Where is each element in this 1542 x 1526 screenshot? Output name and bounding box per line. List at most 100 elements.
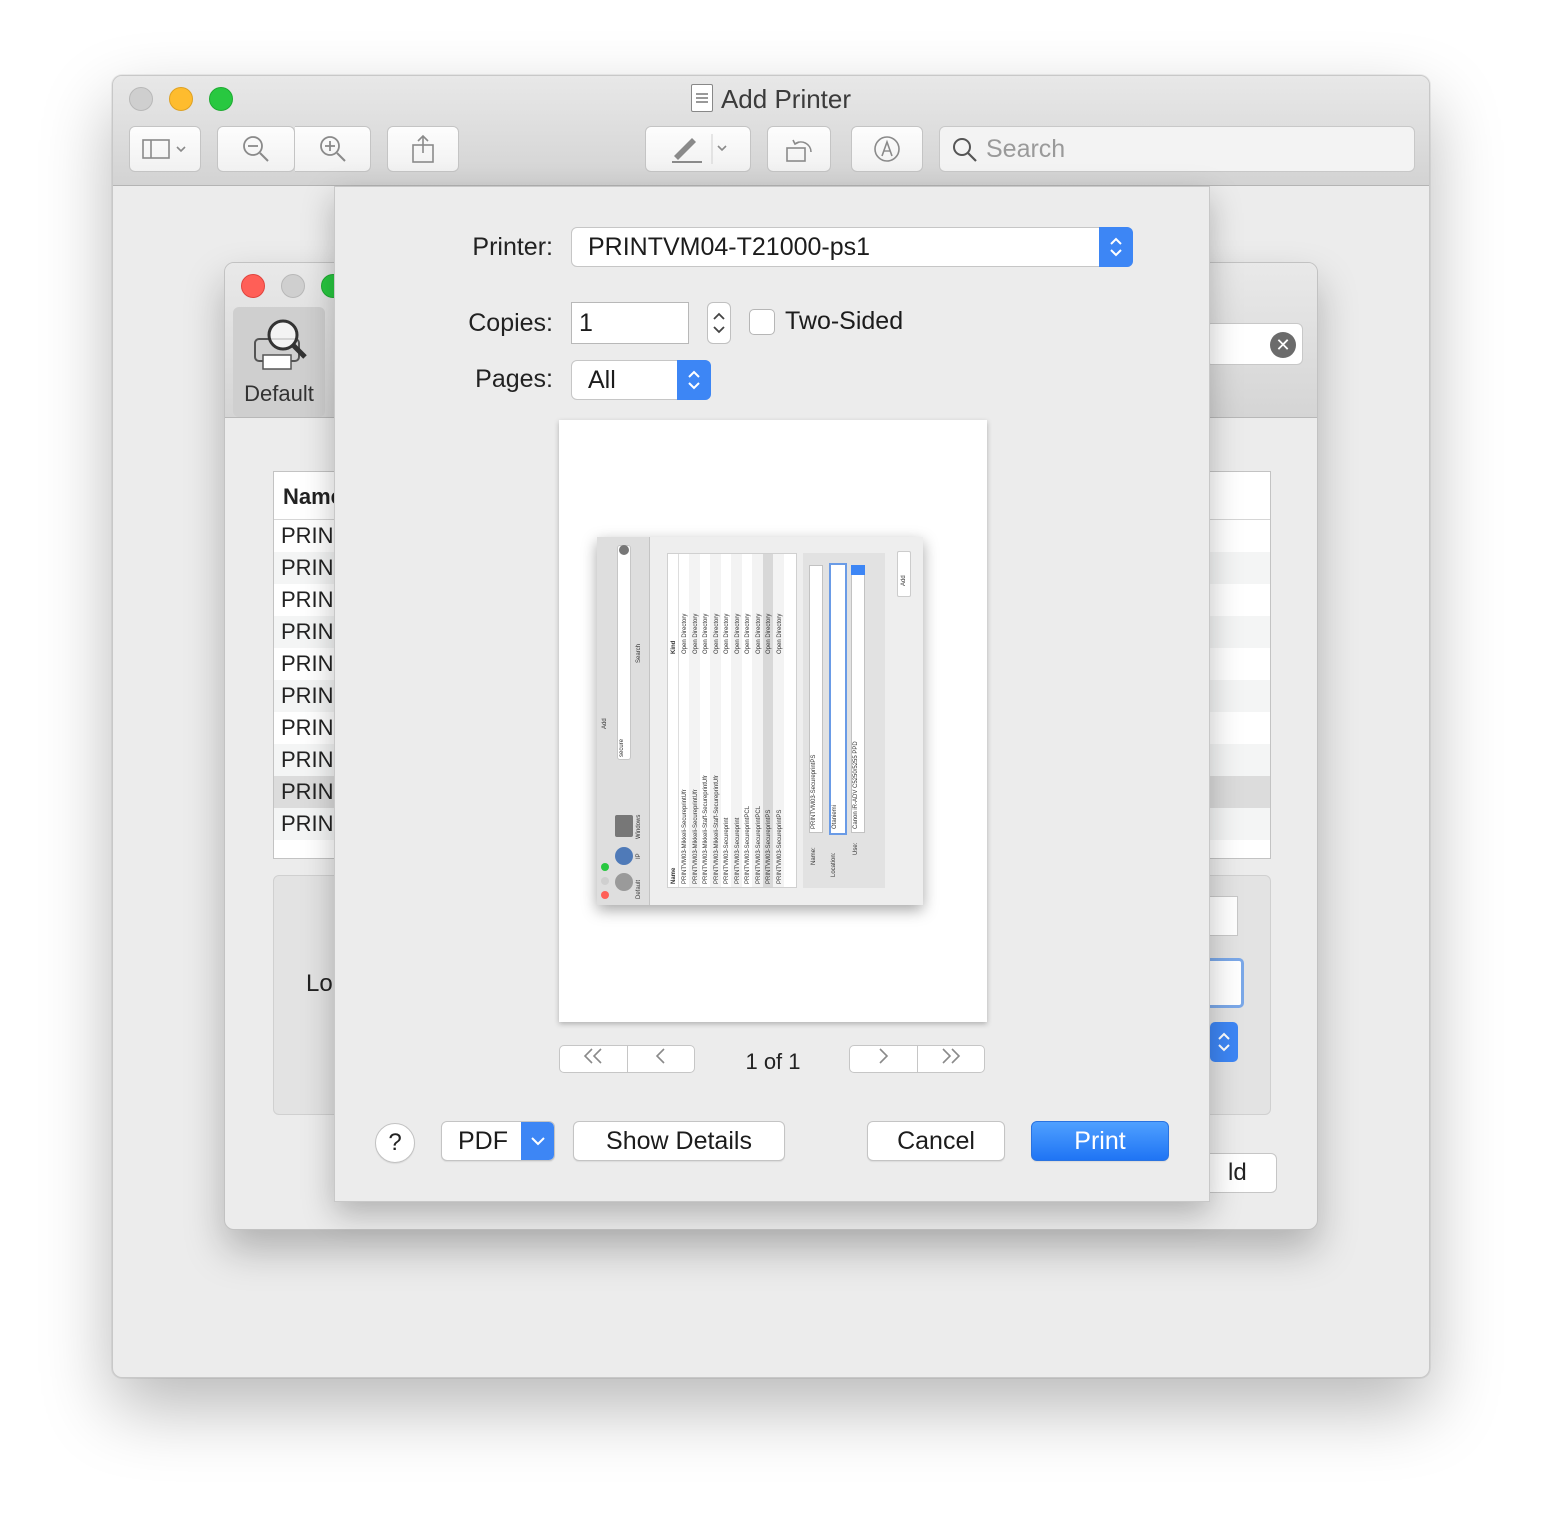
- thumbnail-ip-icon: [615, 847, 633, 865]
- thumbnail-use-label: Use:: [853, 842, 859, 855]
- add-printer-minimize-button[interactable]: [281, 274, 305, 298]
- last-page-button[interactable]: [918, 1046, 985, 1072]
- clear-search-icon[interactable]: ✕: [1270, 332, 1296, 358]
- pdf-label: PDF: [458, 1127, 508, 1155]
- chevron-updown-icon: [1099, 227, 1133, 267]
- rotate-icon: [786, 139, 812, 162]
- thumbnail-row-name: PRINTVM03-Mikkeli-Staff-SecureprintUfr: [713, 775, 720, 884]
- thumbnail-use-value: Canon iR-ADV C5250/5255 PPD: [853, 741, 859, 829]
- two-sided-checkbox[interactable]: [749, 309, 775, 335]
- thumbnail-row-name: PRINTVM03-Mikkeli-Staff-SecureprintUfr: [703, 775, 709, 884]
- zoom-out-button[interactable]: [217, 126, 295, 172]
- page-indicator: 1 of 1: [745, 1049, 801, 1074]
- share-button[interactable]: [387, 126, 459, 172]
- add-printer-close-button[interactable]: [241, 274, 265, 298]
- two-sided-label[interactable]: Two-Sided: [785, 307, 903, 336]
- printer-search-field[interactable]: ✕: [1205, 323, 1303, 365]
- thumbnail-name-label: Name:: [811, 847, 817, 865]
- thumbnail-row-kind: Open Directory: [703, 613, 709, 654]
- printer-search-icon: [254, 319, 307, 370]
- chevron-right-icon: [879, 1048, 889, 1064]
- use-popup-arrows[interactable]: [1210, 1022, 1238, 1062]
- printer-popup[interactable]: PRINTVM04-T21000-ps1: [571, 227, 1133, 267]
- pages-value: All: [588, 366, 616, 394]
- thumbnail-row-kind: Open Directory: [755, 613, 762, 654]
- thumbnail-windows-icon: [615, 815, 633, 837]
- thumbnail-sidebar: Default IP Windows secure Search Add: [597, 537, 650, 905]
- document-icon: [690, 84, 713, 112]
- thumbnail-row-kind: Open Directory: [724, 613, 730, 654]
- chevron-left-icon: [655, 1048, 665, 1064]
- thumbnail-use-arrows: [851, 565, 865, 575]
- copies-input[interactable]: 1: [571, 302, 689, 344]
- thumbnail-row-kind: Open Directory: [776, 613, 783, 654]
- thumbnail-row-kind: Open Directory: [766, 613, 772, 654]
- preview-thumbnail: Default IP Windows secure Search Add Nam…: [597, 537, 923, 905]
- thumbnail-tab-default: Default: [636, 879, 642, 899]
- location-label: Lo: [306, 970, 333, 997]
- thumbnail-row-name: PRINTVM03-Mikkeli-SecureprintUfr: [692, 789, 699, 884]
- first-page-button[interactable]: [560, 1046, 627, 1072]
- zoom-in-button[interactable]: [295, 126, 371, 172]
- highlight-button[interactable]: [645, 126, 751, 172]
- thumbnail-add-tab-label: Add: [602, 718, 608, 729]
- thumbnail-location-label: Location:: [831, 852, 837, 877]
- next-page-button[interactable]: [850, 1046, 917, 1072]
- double-chevron-right-icon: [942, 1048, 960, 1064]
- markup-button[interactable]: [851, 126, 923, 172]
- cancel-button[interactable]: Cancel: [867, 1121, 1005, 1161]
- previous-page-button[interactable]: [628, 1046, 695, 1072]
- chevron-down-icon: [521, 1122, 554, 1160]
- thumbnail-printer-list: Name Kind PRINTVM03-Mikkeli-SecureprintU…: [667, 553, 797, 888]
- thumbnail-row-kind: Open Directory: [734, 613, 741, 654]
- thumbnail-tab-ip: IP: [636, 853, 642, 859]
- print-preview-page: Default IP Windows secure Search Add Nam…: [559, 420, 987, 1022]
- thumbnail-search-text: secure: [619, 738, 625, 757]
- zoom-in-icon: [319, 136, 346, 162]
- thumbnail-add-button: Add: [897, 551, 911, 597]
- print-button[interactable]: Print: [1031, 1121, 1169, 1161]
- thumbnail-tab-windows: Windows: [636, 814, 642, 839]
- thumbnail-search-field: [617, 545, 631, 760]
- copies-stepper[interactable]: [707, 302, 731, 344]
- thumbnail-row-kind: Open Directory: [692, 613, 699, 654]
- thumbnail-row-name: PRINTVM03-SecureprintPCL: [755, 805, 762, 884]
- sidebar-toggle-button[interactable]: [129, 126, 201, 172]
- thumbnail-row-name: PRINTVM03-SecureprintPS: [766, 809, 772, 884]
- thumbnail-add-label: Add: [901, 575, 907, 586]
- copies-label: Copies:: [468, 309, 553, 337]
- rotate-button[interactable]: [767, 126, 831, 172]
- search-icon: [953, 138, 977, 162]
- thumbnail-detail-panel: Name: Location: Use: PRINTVM03-Securepri…: [803, 553, 885, 888]
- thumbnail-green-dot: [601, 863, 609, 871]
- thumbnail-search-label: Search: [636, 643, 642, 663]
- thumbnail-row-kind: Open Directory: [745, 613, 751, 654]
- thumbnail-row-kind: Open Directory: [713, 613, 720, 654]
- share-icon: [412, 134, 434, 163]
- highlighter-icon: [672, 134, 727, 164]
- thumbnail-gray-dot: [601, 877, 609, 885]
- title-bar: Add Printer Search: [113, 76, 1429, 186]
- sidebar-icon: [142, 139, 186, 159]
- stepper-icon: [713, 312, 725, 334]
- zoom-out-icon: [243, 136, 269, 162]
- thumbnail-header-kind: Kind: [671, 640, 677, 654]
- printer-label: Printer:: [472, 233, 553, 261]
- pages-popup[interactable]: All: [571, 360, 711, 400]
- pages-label: Pages:: [475, 365, 553, 393]
- thumbnail-clear-icon: [619, 545, 629, 555]
- search-input[interactable]: Search: [939, 126, 1415, 172]
- thumbnail-name-value: PRINTVM03-SecureprintPS: [811, 754, 817, 829]
- help-button[interactable]: ?: [375, 1123, 415, 1163]
- thumbnail-row-kind: Open Directory: [682, 613, 688, 654]
- thumbnail-red-dot: [601, 891, 609, 899]
- pdf-menu-button[interactable]: PDF: [441, 1121, 555, 1161]
- tab-default[interactable]: Default: [233, 307, 325, 417]
- show-details-button[interactable]: Show Details: [573, 1121, 785, 1161]
- window-title: Add Printer: [113, 84, 1429, 115]
- thumbnail-row-name: PRINTVM03-SecureprintPS: [776, 809, 783, 884]
- chevron-updown-icon: [677, 360, 711, 400]
- thumbnail-location-value: Otaniemi: [832, 804, 838, 829]
- thumbnail-row-name: PRINTVM03-Secureprint: [724, 817, 730, 884]
- markup-icon: [874, 136, 900, 162]
